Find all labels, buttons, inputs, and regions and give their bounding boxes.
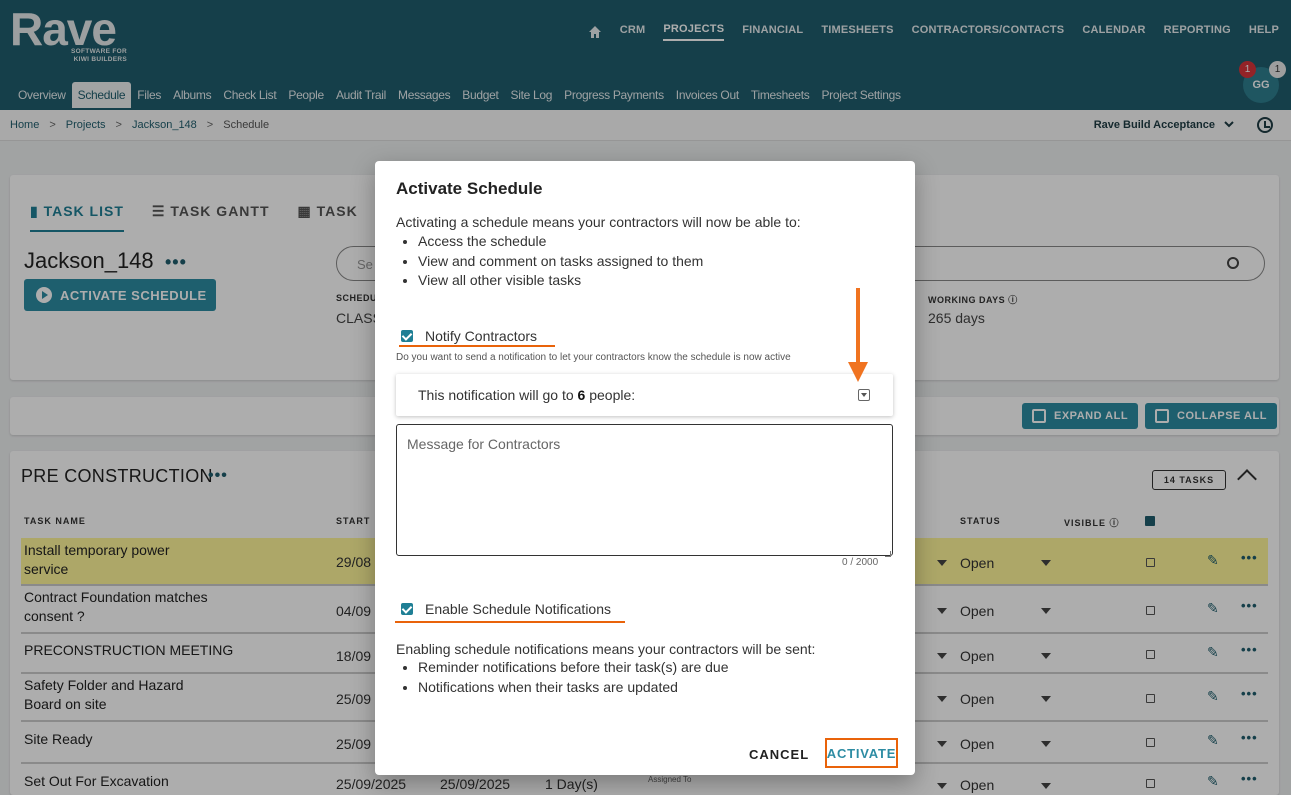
annotation-underline — [399, 345, 555, 347]
list-item: Notifications when their tasks are updat… — [418, 678, 728, 698]
resize-handle[interactable] — [885, 551, 891, 557]
annotation-arrow — [856, 288, 860, 364]
activate-button[interactable]: ACTIVATE — [825, 738, 898, 768]
enable-notifications-label[interactable]: Enable Schedule Notifications — [425, 601, 611, 617]
contractor-message-input[interactable]: Message for Contractors — [396, 424, 893, 556]
notify-contractors-checkbox[interactable] — [401, 330, 413, 342]
annotation-underline — [395, 621, 625, 623]
recipients-summary: This notification will go to 6 people: — [418, 387, 635, 403]
list-item: Access the schedule — [418, 232, 703, 252]
recipients-panel[interactable]: This notification will go to 6 people: — [396, 374, 893, 416]
cancel-button[interactable]: CANCEL — [749, 747, 809, 762]
dialog-intro: Activating a schedule means your contrac… — [396, 214, 801, 230]
notification-types-list: Reminder notifications before their task… — [418, 658, 728, 697]
list-item: View and comment on tasks assigned to th… — [418, 252, 703, 272]
dialog-title: Activate Schedule — [396, 179, 543, 198]
list-item: View all other visible tasks — [418, 271, 703, 291]
character-counter: 0 / 2000 — [842, 557, 879, 568]
annotation-arrow-head — [848, 362, 868, 382]
expand-recipients-icon[interactable] — [858, 389, 870, 401]
activate-schedule-dialog: Activate Schedule Activating a schedule … — [375, 161, 915, 775]
recipients-prefix: This notification will go to — [418, 387, 578, 403]
notify-hint: Do you want to send a notification to le… — [396, 352, 791, 363]
list-item: Reminder notifications before their task… — [418, 658, 728, 678]
recipients-suffix: people: — [585, 387, 636, 403]
enable-notifications-checkbox[interactable] — [401, 603, 413, 615]
message-placeholder: Message for Contractors — [407, 436, 561, 452]
abilities-list: Access the schedule View and comment on … — [418, 232, 703, 291]
notify-contractors-label[interactable]: Notify Contractors — [425, 328, 537, 344]
enable-intro: Enabling schedule notifications means yo… — [396, 641, 816, 657]
